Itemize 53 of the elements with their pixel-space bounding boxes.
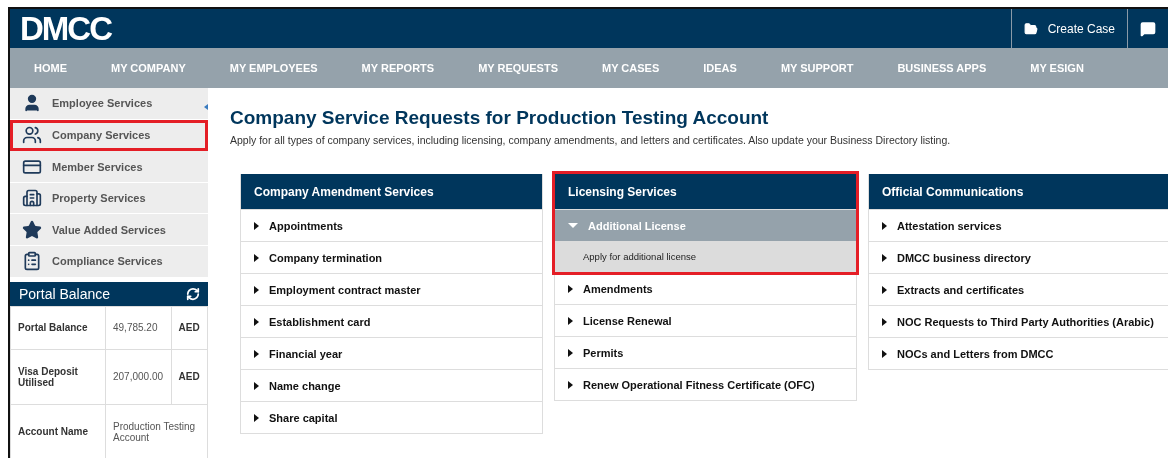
sidebar-item[interactable]: Compliance Services xyxy=(10,246,208,278)
card-title: Licensing Services xyxy=(555,174,856,209)
sidebar-item[interactable]: Value Added Services xyxy=(10,214,208,247)
sidebar-item[interactable]: Member Services xyxy=(10,151,208,183)
collapse-icon[interactable] xyxy=(204,104,208,110)
building-icon xyxy=(22,188,42,209)
caret-icon xyxy=(254,285,259,294)
caret-icon xyxy=(882,253,887,262)
table-cell: Account Name xyxy=(10,404,106,458)
sidebar-label: Property Services xyxy=(52,192,146,205)
balance-title: Portal Balance xyxy=(19,285,111,302)
person-icon xyxy=(22,93,42,114)
sidebar-item[interactable]: Company Services xyxy=(10,119,208,152)
caret-icon xyxy=(882,221,887,230)
caret-icon xyxy=(254,381,259,390)
people-icon xyxy=(22,124,42,145)
caret-icon xyxy=(568,348,573,357)
caret-icon xyxy=(254,221,259,230)
sidebar-label: Compliance Services xyxy=(52,255,163,268)
sidebar-label: Member Services xyxy=(52,160,143,173)
page-description: Apply for all types of company services, including licensing, company amendments, and letters and certificates. Also update your Business Directory listing. xyxy=(230,134,952,146)
table-cell: Visa Deposit Utilised xyxy=(10,349,106,405)
sidebar-label: Employee Services xyxy=(52,97,153,110)
caret-icon xyxy=(254,317,259,326)
folder-icon xyxy=(1023,21,1038,36)
caret-icon xyxy=(568,223,578,228)
caret-icon xyxy=(568,316,573,325)
caret-icon xyxy=(254,253,259,262)
caret-icon xyxy=(254,349,259,358)
table-cell: AED xyxy=(171,349,208,405)
caret-icon xyxy=(254,413,259,422)
card-title: Official Communications xyxy=(869,174,1168,209)
sidebar-label: Value Added Services xyxy=(52,223,166,236)
sidebar-label: Company Services xyxy=(52,128,151,141)
caret-icon xyxy=(568,284,573,293)
table-cell: Portal Balance xyxy=(10,306,106,350)
caret-icon xyxy=(568,380,573,389)
caret-icon xyxy=(882,317,887,326)
page-title: Company Service Requests for Production Testing Account xyxy=(230,107,770,129)
caret-icon xyxy=(882,349,887,358)
star-icon xyxy=(22,219,42,240)
card-title: Company Amendment Services xyxy=(241,174,542,209)
refresh-icon[interactable] xyxy=(186,286,200,301)
sidebar-item[interactable]: Employee Services xyxy=(10,88,208,120)
service-link[interactable]: Apply for additional license xyxy=(555,241,856,272)
table-cell: 207,000.00 xyxy=(105,349,172,405)
caret-icon xyxy=(882,285,887,294)
table-cell: 49,785.20 xyxy=(105,306,172,350)
checklist-icon xyxy=(22,251,42,272)
table-cell: AED xyxy=(171,306,208,350)
sidebar-item[interactable]: Property Services xyxy=(10,182,208,215)
dmcc-logo: DMCC xyxy=(19,9,113,48)
chat-icon xyxy=(1140,20,1156,37)
